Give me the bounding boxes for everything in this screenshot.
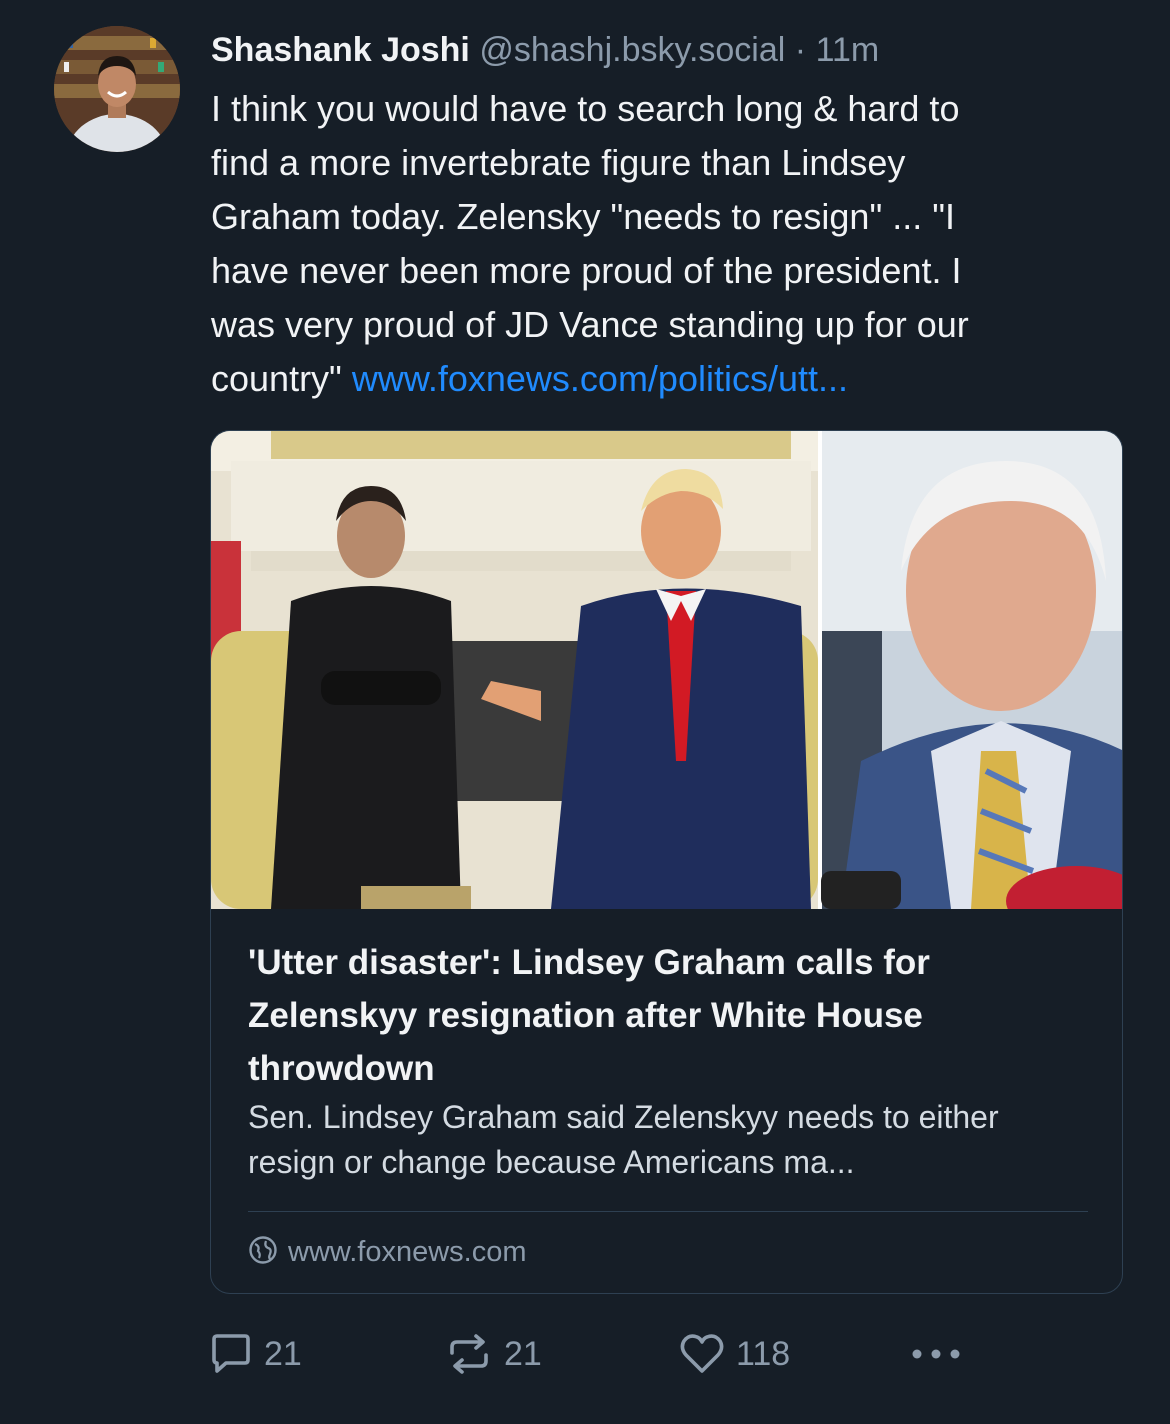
- post-actions: 21 21 118: [208, 1326, 988, 1382]
- reply-count: 21: [264, 1334, 302, 1373]
- post-text-line: have never been more proud of the presid…: [211, 250, 962, 291]
- comment-icon: [208, 1331, 254, 1377]
- post-timestamp[interactable]: 11m: [816, 31, 880, 69]
- link-card-domain-row: www.foxnews.com: [248, 1231, 527, 1273]
- link-card-description: Sen. Lindsey Graham said Zelenskyy needs…: [248, 1099, 999, 1180]
- more-options-button[interactable]: [908, 1326, 964, 1382]
- reply-button[interactable]: 21: [208, 1326, 302, 1382]
- heart-icon: [678, 1331, 726, 1377]
- more-dots-icon: [908, 1344, 964, 1364]
- like-button[interactable]: 118: [678, 1326, 790, 1382]
- post-text-line: I think you would have to search long & …: [211, 88, 960, 129]
- link-card-image: [211, 431, 1122, 936]
- post-text-line: country" www.foxnews.com/politics/utt...: [211, 352, 1111, 406]
- like-count: 118: [736, 1334, 791, 1373]
- link-card-title: 'Utter disaster': Lindsey Graham calls f…: [248, 943, 930, 1088]
- avatar[interactable]: [54, 26, 180, 152]
- globe-icon: [248, 1235, 278, 1270]
- repost-count: 21: [504, 1334, 542, 1373]
- header-separator: ·: [794, 31, 807, 69]
- author-name[interactable]: Shashank Joshi: [211, 31, 470, 69]
- author-handle[interactable]: @shashj.bsky.social: [479, 31, 785, 69]
- link-card-divider: [248, 1211, 1088, 1212]
- post-text-line: Graham today. Zelensky "needs to resign"…: [211, 196, 956, 237]
- repost-icon: [444, 1331, 494, 1377]
- post-link[interactable]: www.foxnews.com/politics/utt...: [352, 358, 848, 399]
- post-header: Shashank Joshi @shashj.bsky.social · 11m: [211, 28, 879, 72]
- repost-button[interactable]: 21: [444, 1326, 542, 1382]
- post-text-line: was very proud of JD Vance standing up f…: [211, 304, 969, 345]
- link-card[interactable]: 'Utter disaster': Lindsey Graham calls f…: [210, 430, 1123, 1294]
- post-text: I think you would have to search long & …: [211, 82, 1111, 406]
- link-card-domain: www.foxnews.com: [288, 1235, 527, 1268]
- post-text-line: find a more invertebrate figure than Lin…: [211, 142, 906, 183]
- post-text-tail: country": [211, 358, 352, 399]
- post: Shashank Joshi @shashj.bsky.social · 11m…: [0, 0, 1170, 1424]
